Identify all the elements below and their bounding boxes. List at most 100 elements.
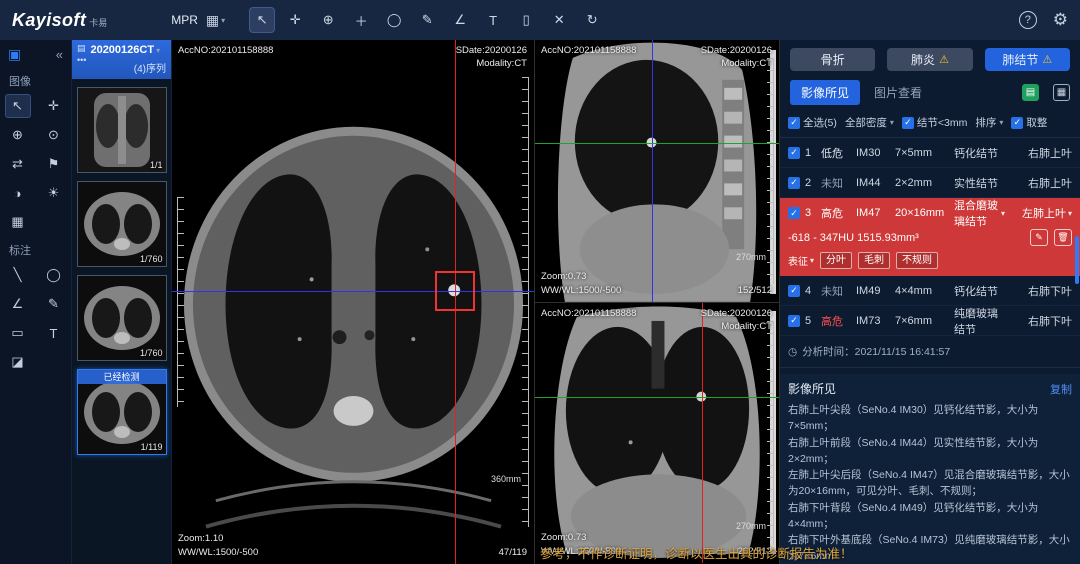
series-menu-icon[interactable]: ▤ [77, 44, 86, 53]
series-thumbnail-axial[interactable]: 1/760 [77, 275, 167, 361]
sort-dropdown[interactable]: 排序 ▾ [975, 115, 1003, 130]
text-tool-button[interactable]: T [480, 7, 506, 33]
nodule-checkbox[interactable] [788, 177, 800, 189]
topbar-right: ? ⚙ [1019, 10, 1068, 30]
nodule-type-dropdown[interactable]: 混合磨玻璃结节 ▾ [954, 197, 1005, 229]
round-checkbox[interactable]: 取整 [1011, 115, 1047, 130]
left-tool-rail: ▣ « 图像 ↖ ✛ ⊕ ⊙ ⇄ ⚑ ◑ ☀ ▦ 标注 ╲ ◯ ∠ ✎ ▭ [0, 40, 72, 564]
nodule-location-dropdown[interactable]: 左肺上叶 ▾ [1010, 205, 1072, 221]
density-dropdown[interactable]: 全部密度 ▾ [845, 115, 894, 130]
risk-level: 未知 [821, 283, 851, 299]
gallery-icon[interactable]: ▦ [1053, 84, 1070, 101]
angle-icon: ∠ [12, 296, 24, 312]
scrollbar-thumb[interactable] [1075, 236, 1079, 284]
nodule-row[interactable]: 1 低危 IM30 7×5mm 钙化结节 右肺上叶 [780, 138, 1080, 168]
rectangle-icon: ▭ [11, 325, 23, 341]
lung-nodule-button[interactable]: 肺结节 ⚠ [985, 48, 1070, 71]
zoom-tool-button[interactable]: ⊕ [315, 7, 341, 33]
mpr-reference-line-horizontal[interactable] [535, 143, 779, 144]
mpr-reference-line-vertical[interactable] [702, 303, 703, 563]
ellipse-tool-button[interactable]: ◯ [41, 263, 67, 287]
mpr-reference-line-vertical[interactable] [652, 40, 653, 302]
layout-grid-button[interactable]: ▦ ▾ [206, 12, 225, 29]
angle-tool-button[interactable]: ∠ [447, 7, 473, 33]
contrast-tool-button[interactable]: ◑ [5, 181, 31, 205]
eraser-tool-button[interactable]: ◪ [5, 350, 31, 374]
report-icon[interactable]: ▤ [1022, 84, 1039, 101]
nodule-row-selected[interactable]: 3 高危 IM47 20×16mm 混合磨玻璃结节 ▾ 左肺上叶 ▾ [780, 198, 1080, 276]
flag-tool-button[interactable]: ⚑ [41, 152, 67, 176]
help-button[interactable]: ? [1019, 11, 1037, 29]
probe-tool-button[interactable]: ＋ [348, 7, 374, 33]
ellipse-tool-button[interactable]: ◯ [381, 7, 407, 33]
study-info-label: SDate:20200126 Modality:CT [701, 307, 772, 334]
logo-cn-text: 卡易 [89, 16, 107, 29]
feature-chip[interactable]: 不规则 [896, 252, 938, 269]
thumbnail-index: 1/760 [140, 254, 163, 264]
rectangle-tool-button[interactable]: ▭ [5, 321, 31, 345]
nodule-detection-box[interactable] [435, 271, 475, 311]
edit-nodule-button[interactable]: ✎ [1030, 229, 1048, 246]
ellipse-icon: ◯ [46, 267, 61, 283]
feature-dropdown[interactable]: 表征 ▾ [788, 253, 814, 268]
nodule-checkbox[interactable] [788, 147, 800, 159]
fracture-button[interactable]: 骨折 [790, 48, 875, 71]
risk-level: 低危 [821, 145, 851, 161]
nodule-checkbox[interactable] [788, 285, 800, 297]
select-all-checkbox[interactable]: 全选(5) [788, 115, 837, 130]
mpr-reference-line-horizontal[interactable] [535, 397, 779, 398]
image-index: IM49 [856, 285, 890, 297]
study-header[interactable]: ▤ ••• 20200126CT ▾ (4)序列 [72, 40, 171, 79]
more-icon[interactable]: ••• [77, 56, 86, 65]
layout-tool-button[interactable]: ▦ [5, 210, 31, 234]
chevron-down-icon: ▾ [221, 16, 225, 25]
series-thumbnail-detected[interactable]: 已经检测 1/119 [77, 369, 167, 455]
findings-text: 右肺上叶尖段（SeNo.4 IM30）见钙化结节影，大小为7×5mm； 右肺上叶… [788, 402, 1072, 564]
nodule-row[interactable]: 4 未知 IM49 4×4mm 钙化结节 右肺下叶 [780, 276, 1080, 306]
pencil-tool-button[interactable]: ✎ [41, 292, 67, 316]
delete-nodule-button[interactable]: 🗑 [1054, 229, 1072, 246]
settings-button[interactable]: ⚙ [1053, 10, 1068, 30]
feature-chip[interactable]: 分叶 [820, 252, 852, 269]
findings-section: 影像所见 复制 右肺上叶尖段（SeNo.4 IM30）见钙化结节影，大小为7×5… [780, 374, 1080, 564]
cursor-tool-button[interactable]: ↖ [249, 7, 275, 33]
nodule-number: 3 [805, 207, 816, 219]
nodule-row[interactable]: 2 未知 IM44 2×2mm 实性结节 右肺上叶 [780, 168, 1080, 198]
copy-findings-button[interactable]: 复制 [1050, 381, 1072, 397]
zoom-tool-button[interactable]: ⊕ [5, 123, 31, 147]
magnify-tool-button[interactable]: ⊙ [41, 123, 67, 147]
clear-tool-button[interactable]: ✕ [546, 7, 572, 33]
nodule-checkbox[interactable] [788, 315, 800, 327]
nodule-number: 1 [805, 147, 816, 159]
nodule-row[interactable]: 5 高危 IM73 7×6mm 纯磨玻璃结节 右肺下叶 [780, 306, 1080, 336]
series-list-icon[interactable]: ▣ [8, 46, 21, 63]
line-tool-button[interactable]: ╲ [5, 263, 31, 287]
nodule-size: 2×2mm [895, 177, 949, 189]
nodule-checkbox[interactable] [788, 207, 800, 219]
mpr-label[interactable]: MPR [171, 13, 198, 27]
coronal-viewport[interactable]: AccNO:202101158888 SDate:20200126 Modali… [535, 303, 779, 563]
brightness-tool-button[interactable]: ☀ [41, 181, 67, 205]
tab-image-view[interactable]: 图片查看 [874, 84, 922, 101]
angle-tool-button[interactable]: ∠ [5, 292, 31, 316]
cursor-tool-button[interactable]: ↖ [5, 94, 31, 118]
flip-tool-button[interactable]: ⇄ [5, 152, 31, 176]
collapse-panel-button[interactable]: « [56, 47, 63, 62]
pencil-tool-button[interactable]: ✎ [414, 7, 440, 33]
pneumonia-button[interactable]: 肺炎 ⚠ [887, 48, 972, 71]
text-tool-button[interactable]: T [41, 321, 67, 345]
axial-viewport[interactable]: AccNO:202101158888 SDate:20200126 Modali… [172, 40, 535, 564]
sagittal-viewport[interactable]: AccNO:202101158888 SDate:20200126 Modali… [535, 40, 779, 303]
nodule-size: 7×6mm [895, 315, 949, 327]
reset-tool-button[interactable]: ↻ [579, 7, 605, 33]
series-thumbnail-scout[interactable]: 1/1 [77, 87, 167, 173]
ruler-tool-button[interactable]: ▯ [513, 7, 539, 33]
pan-icon: ✛ [48, 98, 59, 114]
tab-findings[interactable]: 影像所见 [790, 80, 860, 105]
small-nodule-checkbox[interactable]: 结节<3mm [902, 115, 967, 130]
feature-chip[interactable]: 毛刺 [858, 252, 890, 269]
pan-tool-button[interactable]: ✛ [282, 7, 308, 33]
mpr-reference-line-horizontal[interactable] [172, 291, 534, 292]
pan-tool-button[interactable]: ✛ [41, 94, 67, 118]
series-thumbnail-axial[interactable]: 1/760 [77, 181, 167, 267]
